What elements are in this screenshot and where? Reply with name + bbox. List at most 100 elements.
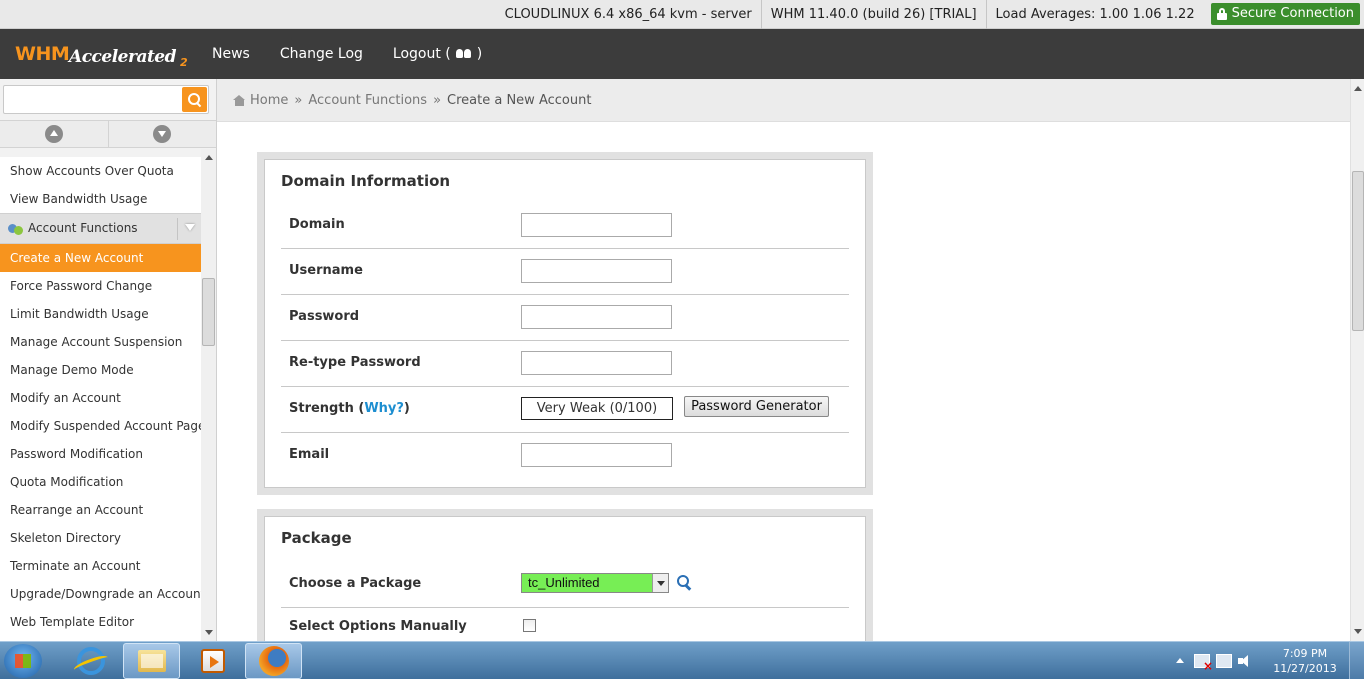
show-hidden-icons-icon[interactable] (1172, 654, 1188, 668)
sidebar-item-manage-demo-mode[interactable]: Manage Demo Mode (0, 356, 201, 384)
sidebar-search (3, 85, 209, 114)
package-select-value: tc_Unlimited (528, 575, 600, 590)
scroll-down-icon[interactable] (1354, 629, 1362, 634)
strength-row: Strength (Why?) Very Weak (0/100) Passwo… (281, 387, 849, 433)
media-player-icon (200, 649, 225, 673)
logo-version-mark: 2 (180, 56, 188, 69)
strength-label-text: Strength ( (289, 401, 365, 416)
search-icon (187, 92, 202, 107)
firefox-icon (258, 646, 289, 676)
select-options-checkbox[interactable] (523, 619, 536, 632)
users-icon (8, 222, 23, 235)
domain-information-title: Domain Information (281, 172, 451, 190)
strength-why-link[interactable]: Why? (364, 401, 404, 416)
choose-package-label: Choose a Package (289, 576, 422, 591)
sidebar-item-show-accounts-over-quota[interactable]: Show Accounts Over Quota (0, 157, 201, 185)
email-row: Email (281, 433, 849, 479)
logo-accelerated-text: Accelerated (69, 47, 177, 67)
retype-password-row: Re-type Password (281, 341, 849, 387)
volume-icon[interactable] (1238, 654, 1254, 668)
password-strength-meter: Very Weak (0/100) (521, 397, 673, 420)
username-field[interactable] (521, 259, 672, 283)
nav-logout[interactable]: Logout () (393, 46, 482, 62)
sidebar-item-view-bandwidth-usage[interactable]: View Bandwidth Usage (0, 185, 201, 213)
sidebar-item-modify-suspended-account-page[interactable]: Modify Suspended Account Page (0, 412, 201, 440)
sidebar-item-quota-modification[interactable]: Quota Modification (0, 468, 201, 496)
folder-icon (137, 650, 166, 672)
domain-row: Domain (281, 203, 849, 249)
taskbar-file-explorer[interactable] (123, 643, 180, 679)
sidebar-item-create-new-account[interactable]: Create a New Account (0, 244, 201, 272)
sidebar-item-web-template-editor[interactable]: Web Template Editor (0, 608, 201, 636)
nav-news[interactable]: News (212, 46, 250, 62)
sidebar-item-limit-bandwidth-usage[interactable]: Limit Bandwidth Usage (0, 300, 201, 328)
expand-all-button[interactable] (108, 121, 216, 147)
breadcrumb-separator: » (294, 92, 303, 108)
password-row: Password (281, 295, 849, 341)
home-icon[interactable] (233, 94, 246, 106)
whm-logo[interactable]: WHM Accelerated 2 (15, 34, 195, 74)
retype-password-label: Re-type Password (289, 355, 421, 370)
sidebar-menu: Show Accounts Over Quota View Bandwidth … (0, 157, 201, 641)
clock-date: 11/27/2013 (1273, 662, 1337, 675)
package-select[interactable]: tc_Unlimited (521, 573, 669, 593)
sidebar-item-password-modification[interactable]: Password Modification (0, 440, 201, 468)
domain-field[interactable] (521, 213, 672, 237)
load-averages: Load Averages: 1.00 1.06 1.22 (985, 0, 1204, 29)
sidebar-item-rearrange-account[interactable]: Rearrange an Account (0, 496, 201, 524)
package-search-icon[interactable] (677, 575, 692, 590)
logout-label: Logout ( (392, 46, 451, 62)
sidebar-item-force-password-change[interactable]: Force Password Change (0, 272, 201, 300)
breadcrumb-account-functions[interactable]: Account Functions (308, 93, 427, 108)
scroll-up-icon[interactable] (205, 155, 213, 160)
top-nav: News Change Log Logout () (212, 46, 512, 62)
search-input[interactable] (4, 86, 182, 113)
page-scroll-thumb[interactable] (1352, 171, 1364, 331)
menu-collapse-controls (0, 120, 216, 148)
sidebar-scroll-thumb[interactable] (202, 278, 215, 346)
main-content: Domain Information Domain Username Passw… (217, 122, 1350, 641)
show-desktop-button[interactable] (1349, 642, 1364, 679)
sidebar-item-upgrade-downgrade-account[interactable]: Upgrade/Downgrade an Account (0, 580, 201, 608)
password-generator-button[interactable]: Password Generator (684, 396, 829, 417)
sidebar-item-skeleton-directory[interactable]: Skeleton Directory (0, 524, 201, 552)
chevron-down-icon[interactable] (652, 574, 668, 592)
scroll-up-icon[interactable] (1354, 86, 1362, 91)
email-field[interactable] (521, 443, 672, 467)
package-title: Package (281, 529, 352, 547)
breadcrumb: Home » Account Functions » Create a New … (217, 79, 1350, 122)
sidebar-item-modify-account[interactable]: Modify an Account (0, 384, 201, 412)
taskbar-media-player[interactable] (184, 643, 241, 679)
sidebar-item-terminate-account[interactable]: Terminate an Account (0, 552, 201, 580)
sidebar-scrollbar[interactable] (201, 149, 216, 641)
taskbar-firefox[interactable] (245, 643, 302, 679)
clock-time: 7:09 PM (1282, 647, 1328, 660)
page-scrollbar[interactable] (1350, 79, 1364, 641)
domain-information-panel: Domain Information Domain Username Passw… (257, 152, 873, 495)
lock-icon (1216, 8, 1227, 20)
scroll-down-icon[interactable] (205, 630, 213, 635)
choose-package-row: Choose a Package tc_Unlimited (281, 562, 849, 608)
action-center-icon[interactable] (1194, 654, 1213, 673)
network-icon[interactable] (1216, 654, 1232, 668)
collapse-all-button[interactable] (0, 121, 109, 147)
taskbar-clock[interactable]: 7:09 PM 11/27/2013 (1265, 646, 1345, 676)
sidebar-item-manage-account-suspension[interactable]: Manage Account Suspension (0, 328, 201, 356)
breadcrumb-home[interactable]: Home (250, 93, 288, 108)
password-field[interactable] (521, 305, 672, 329)
domain-information-form: Domain Information Domain Username Passw… (264, 159, 866, 488)
sidebar-group-account-functions[interactable]: Account Functions (0, 213, 201, 244)
select-options-row: Select Options Manually (281, 605, 849, 641)
arrow-up-icon (44, 125, 63, 143)
user-icon (455, 48, 473, 60)
whm-version: WHM 11.40.0 (build 26) [TRIAL] (760, 0, 986, 29)
nav-change-log[interactable]: Change Log (280, 46, 363, 62)
chevron-down-icon[interactable] (177, 218, 201, 240)
username-label: Username (289, 263, 363, 278)
taskbar-internet-explorer[interactable] (62, 643, 119, 679)
search-button[interactable] (182, 87, 207, 112)
start-button[interactable] (4, 644, 42, 678)
retype-password-field[interactable] (521, 351, 672, 375)
secure-connection-badge: Secure Connection (1210, 3, 1360, 25)
domain-label: Domain (289, 217, 345, 232)
